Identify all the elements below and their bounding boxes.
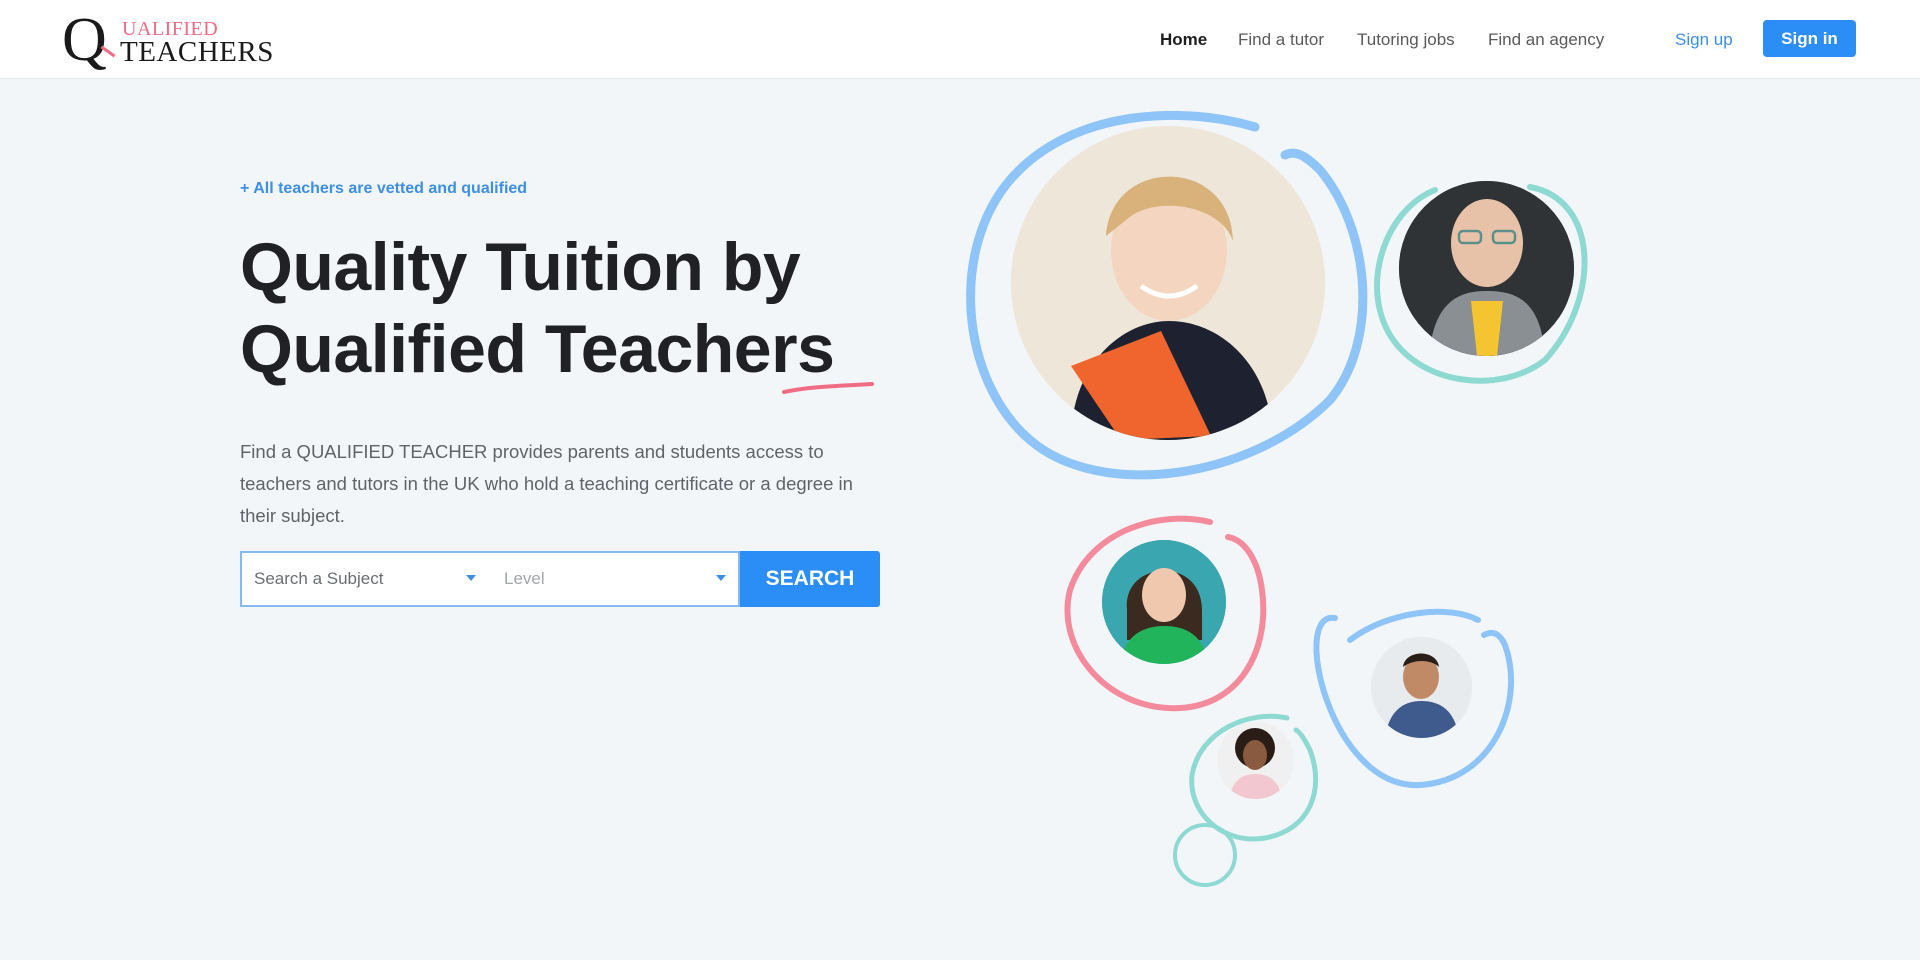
teal-scribble-tiny	[1173, 823, 1237, 887]
teacher-photo-large	[1011, 126, 1325, 440]
level-select-placeholder: Level	[504, 569, 545, 588]
hero-description: Find a QUALIFIED TEACHER provides parent…	[240, 441, 853, 526]
logo-initial: Q	[62, 6, 107, 74]
nav-find-tutor[interactable]: Find a tutor	[1238, 0, 1324, 79]
nav-home[interactable]: Home	[1160, 0, 1207, 79]
level-select[interactable]: Level	[504, 553, 724, 605]
site-logo[interactable]: Q UALIFIED TEACHERS	[62, 6, 273, 74]
nav-tutoring-jobs-link[interactable]: Tutoring jobs	[1357, 30, 1455, 50]
subject-select[interactable]: Search a Subject	[254, 553, 484, 605]
hero-tagline: + All teachers are vetted and qualified	[240, 180, 528, 197]
headline-underline-decoration	[782, 382, 874, 394]
teacher-photo-woman-green	[1102, 540, 1226, 664]
search-button[interactable]: SEARCH	[740, 551, 880, 607]
teacher-photo-man-blue	[1371, 637, 1472, 738]
subject-select-placeholder: Search a Subject	[254, 569, 384, 588]
nav-find-agency[interactable]: Find an agency	[1488, 0, 1604, 79]
teacher-photo-woman-curly	[1217, 722, 1294, 799]
nav-tutoring-jobs[interactable]: Tutoring jobs	[1357, 0, 1455, 79]
sign-in-button[interactable]: Sign in	[1763, 20, 1856, 57]
logo-bottom-text: TEACHERS	[120, 36, 274, 68]
chevron-down-icon[interactable]	[716, 575, 726, 581]
nav-sign-up[interactable]: Sign up	[1675, 0, 1733, 79]
nav-home-link[interactable]: Home	[1160, 30, 1207, 50]
nav-find-agency-link[interactable]: Find an agency	[1488, 30, 1604, 50]
nav-find-tutor-link[interactable]: Find a tutor	[1238, 30, 1324, 50]
teacher-photo-man-glasses	[1399, 181, 1574, 356]
hero-headline: Quality Tuition by Qualified Teachers	[240, 229, 835, 387]
chevron-down-icon[interactable]	[466, 575, 476, 581]
site-header: Q UALIFIED TEACHERS Home Find a tutor Tu…	[0, 0, 1920, 79]
sign-up-link[interactable]: Sign up	[1675, 30, 1733, 50]
search-form: Search a Subject Level	[240, 551, 740, 607]
